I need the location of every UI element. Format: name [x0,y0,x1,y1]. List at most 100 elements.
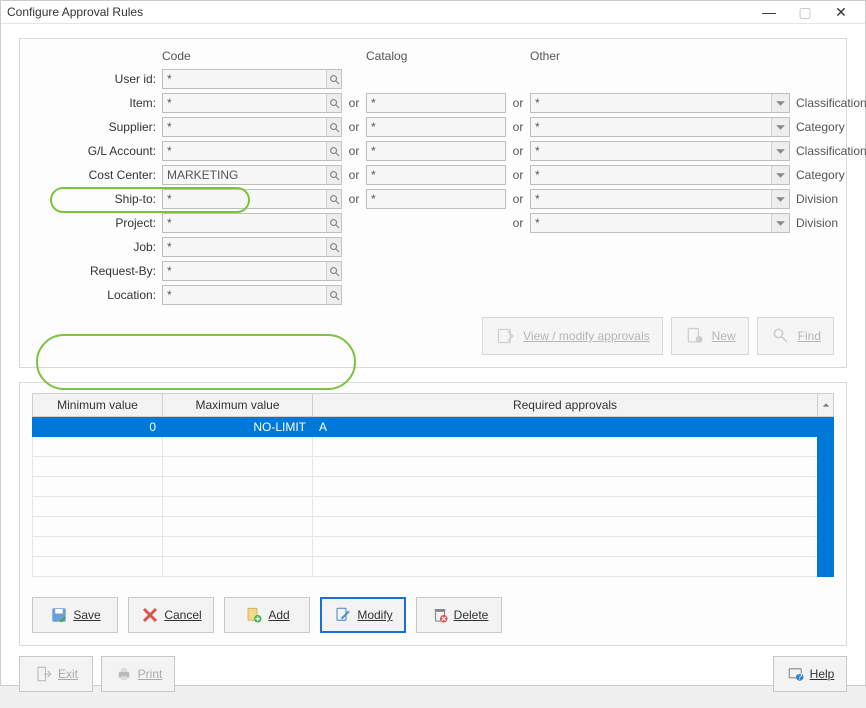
search-icon[interactable] [326,262,341,280]
input-project-other[interactable] [531,214,771,232]
or-label: or [506,216,530,230]
chevron-down-icon[interactable] [771,190,789,208]
input-request-by-code[interactable] [163,262,326,280]
chevron-down-icon[interactable] [771,214,789,232]
field-gl-other [530,141,790,161]
field-project-other [530,213,790,233]
label-supplier: Supplier: [32,120,162,134]
modify-button[interactable]: Modify [320,597,406,633]
save-label: Save [73,608,100,622]
or-label: or [342,144,366,158]
input-gl-other[interactable] [531,142,771,160]
field-request-by-code [162,261,342,281]
delete-button[interactable]: Delete [416,597,502,633]
chevron-down-icon[interactable] [771,166,789,184]
pencil-list-icon [495,325,517,347]
window: Configure Approval Rules — ▢ ✕ Code Cata… [0,0,866,686]
input-user-id[interactable] [163,70,326,88]
or-label: or [506,144,530,158]
chevron-down-icon[interactable] [771,118,789,136]
col-header-catalog: Catalog [366,49,506,65]
add-button[interactable]: Add [224,597,310,633]
delete-label: Delete [454,608,489,622]
input-cost-center-other[interactable] [531,166,771,184]
field-ship-to-code [162,189,342,209]
add-icon [244,605,264,625]
search-icon[interactable] [326,70,341,88]
exit-button[interactable]: Exit [19,656,93,692]
label-request-by: Request-By: [32,264,162,278]
label-item: Item: [32,96,162,110]
help-button[interactable]: ? Help [773,656,847,692]
input-item-other[interactable] [531,94,771,112]
search-icon[interactable] [326,118,341,136]
field-item-other [530,93,790,113]
or-label: or [506,96,530,110]
footer: Exit Print ? Help [1,656,865,708]
search-icon[interactable] [326,286,341,304]
input-supplier-code[interactable] [163,118,326,136]
chevron-down-icon[interactable] [771,94,789,112]
find-icon [770,325,792,347]
field-gl-code [162,141,342,161]
class-project: Division [790,216,866,230]
input-ship-to-code[interactable] [163,190,326,208]
label-location: Location: [32,288,162,302]
pencil-icon [333,605,353,625]
search-icon[interactable] [326,238,341,256]
approval-table: Minimum value Maximum value Required app… [32,393,834,577]
new-document-icon [684,325,706,347]
input-cost-center-code[interactable] [163,166,326,184]
table-row[interactable] [33,517,834,537]
col-max[interactable]: Maximum value [163,394,313,417]
or-label: or [506,192,530,206]
cell-min: 0 [33,417,163,437]
table-row[interactable]: 0 NO-LIMIT A [33,417,834,437]
add-label: Add [268,608,289,622]
table-row[interactable] [33,437,834,457]
cancel-label: Cancel [164,608,201,622]
table-row[interactable] [33,457,834,477]
field-ship-to-catalog [366,189,506,209]
input-supplier-other[interactable] [531,118,771,136]
scroll-up[interactable] [818,394,834,417]
table-row[interactable] [33,557,834,577]
search-icon[interactable] [326,94,341,112]
or-label: or [506,120,530,134]
cancel-icon [140,605,160,625]
search-icon[interactable] [326,142,341,160]
cancel-button[interactable]: Cancel [128,597,214,633]
chevron-down-icon[interactable] [771,142,789,160]
disk-icon [49,605,69,625]
input-item-code[interactable] [163,94,326,112]
print-button[interactable]: Print [101,656,175,692]
or-label: or [342,168,366,182]
col-min[interactable]: Minimum value [33,394,163,417]
or-label: or [342,96,366,110]
scrollbar-track[interactable] [818,417,834,577]
input-project-code[interactable] [163,214,326,232]
input-job-code[interactable] [163,238,326,256]
minimize-button[interactable]: — [751,1,787,23]
search-icon[interactable] [326,214,341,232]
input-location-code[interactable] [163,286,326,304]
field-supplier-code [162,117,342,137]
window-title: Configure Approval Rules [7,5,751,19]
close-button[interactable]: ✕ [823,1,859,23]
view-modify-approvals-button[interactable]: View / modify approvals [482,317,663,355]
col-header-code: Code [162,49,342,65]
search-icon[interactable] [326,190,341,208]
find-button[interactable]: Find [757,317,834,355]
new-button[interactable]: New [671,317,749,355]
modify-label: Modify [357,608,392,622]
search-icon[interactable] [326,166,341,184]
col-req[interactable]: Required approvals [313,394,818,417]
save-button[interactable]: Save [32,597,118,633]
input-gl-code[interactable] [163,142,326,160]
table-row[interactable] [33,477,834,497]
maximize-button[interactable]: ▢ [787,1,823,23]
table-row[interactable] [33,537,834,557]
input-ship-to-other[interactable] [531,190,771,208]
table-row[interactable] [33,497,834,517]
exit-icon [34,664,54,684]
